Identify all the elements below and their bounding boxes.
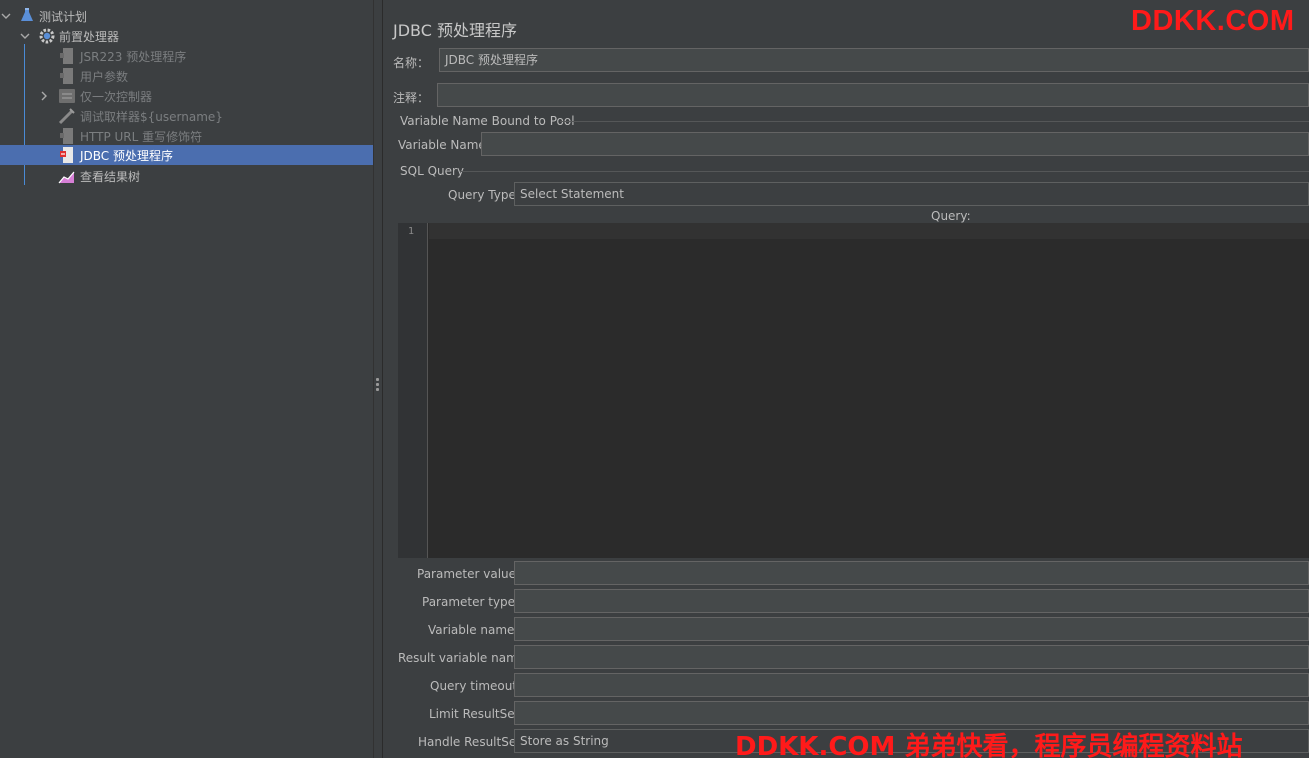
tree-item-jsr223[interactable]: JSR223 预处理程序 xyxy=(0,46,373,66)
pool-group-title: Variable Name Bound to Pool xyxy=(400,114,575,128)
chevron-down-icon[interactable] xyxy=(0,10,12,22)
chevron-right-icon[interactable] xyxy=(38,90,50,102)
result-variable-name-field[interactable] xyxy=(514,645,1309,669)
tree-item-debug-sampler[interactable]: 调试取样器${username} xyxy=(0,106,373,126)
tree-item-label: JSR223 预处理程序 xyxy=(80,49,187,64)
tree-item-preprocessors[interactable]: 前置处理器 xyxy=(0,26,373,46)
sql-query-group-title: SQL Query xyxy=(400,164,465,178)
tree-item-url-rewriting-modifier[interactable]: HTTP URL 重写修饰符 xyxy=(0,126,373,146)
editor-gutter: 1 xyxy=(398,223,428,558)
variable-names-label: Variable names: xyxy=(428,623,525,637)
query-type-select[interactable]: Select Statement xyxy=(514,182,1309,206)
query-timeout-field[interactable] xyxy=(514,673,1309,697)
chart-icon xyxy=(58,167,75,184)
query-label: Query: xyxy=(931,209,971,223)
result-variable-name-label: Result variable name: xyxy=(398,651,530,665)
watermark-bottom: DDKK.COM 弟弟快看，程序员编程资料站 xyxy=(735,732,1243,758)
variable-names-field[interactable] xyxy=(514,617,1309,641)
name-field[interactable]: JDBC 预处理程序 xyxy=(439,48,1309,72)
splitter-grip-dot xyxy=(376,378,379,381)
handle-resultset-label: Handle ResultSet: xyxy=(418,735,525,749)
flask-icon xyxy=(19,7,35,23)
tree-item-label: 用户参数 xyxy=(80,69,129,84)
line-number: 1 xyxy=(408,226,415,237)
name-label: 名称： xyxy=(393,56,430,70)
variable-name-field[interactable] xyxy=(481,132,1309,156)
splitter-grip-dot xyxy=(376,388,379,391)
tree-item-user-params[interactable]: 用户参数 xyxy=(0,66,373,86)
gear-icon xyxy=(38,27,55,44)
limit-resultset-field[interactable] xyxy=(514,701,1309,725)
current-line-highlight xyxy=(429,223,1309,239)
tree-item-label: 查看结果树 xyxy=(80,169,141,184)
parameter-values-field[interactable] xyxy=(514,561,1309,585)
group-divider xyxy=(460,171,1309,172)
variable-name-label: Variable Name: xyxy=(398,138,490,152)
pipette-icon xyxy=(58,107,75,125)
chevron-down-icon[interactable] xyxy=(19,30,31,42)
tree-item-label: 仅一次控制器 xyxy=(80,89,153,104)
comment-label: 注释： xyxy=(393,91,430,105)
preprocessor-icon xyxy=(58,47,74,64)
query-timeout-label: Query timeout: xyxy=(430,679,522,693)
tree-item-label: 测试计划 xyxy=(39,9,88,24)
parameter-types-field[interactable] xyxy=(514,589,1309,613)
preprocessor-icon xyxy=(58,127,74,144)
parameter-values-label: Parameter values: xyxy=(417,567,527,581)
tree-item-view-results-tree[interactable]: 查看结果树 xyxy=(0,166,373,186)
parameter-types-label: Parameter types: xyxy=(422,595,526,609)
group-divider xyxy=(560,121,1309,122)
page-title: JDBC 预处理程序 xyxy=(393,21,517,40)
query-type-label: Query Type: xyxy=(448,188,520,202)
limit-resultset-label: Limit ResultSet: xyxy=(429,707,524,721)
tree-item-once-only-controller[interactable]: 仅一次控制器 xyxy=(0,86,373,106)
tree-item-test-plan[interactable]: 测试计划 xyxy=(0,6,373,26)
controller-icon xyxy=(58,87,75,103)
preprocessor-icon xyxy=(58,67,74,84)
splitter-grip-dot xyxy=(376,383,379,386)
query-editor[interactable]: 1 xyxy=(398,223,1309,558)
watermark-top: DDKK.COM xyxy=(1131,5,1295,37)
comment-field[interactable] xyxy=(437,83,1309,107)
tree-item-label: 前置处理器 xyxy=(59,29,120,44)
tree-item-label: JDBC 预处理程序 xyxy=(80,148,173,163)
tree-item-label: 调试取样器${username} xyxy=(80,109,223,124)
jdbc-preprocessor-icon xyxy=(58,146,74,163)
tree-item-jdbc-preprocessor[interactable]: JDBC 预处理程序 xyxy=(0,145,373,165)
test-plan-tree: 测试计划 前置处理器 JSR223 预处理程序 用户参数 仅一次控制器 调试取样… xyxy=(0,0,373,758)
tree-item-label: HTTP URL 重写修饰符 xyxy=(80,129,203,144)
